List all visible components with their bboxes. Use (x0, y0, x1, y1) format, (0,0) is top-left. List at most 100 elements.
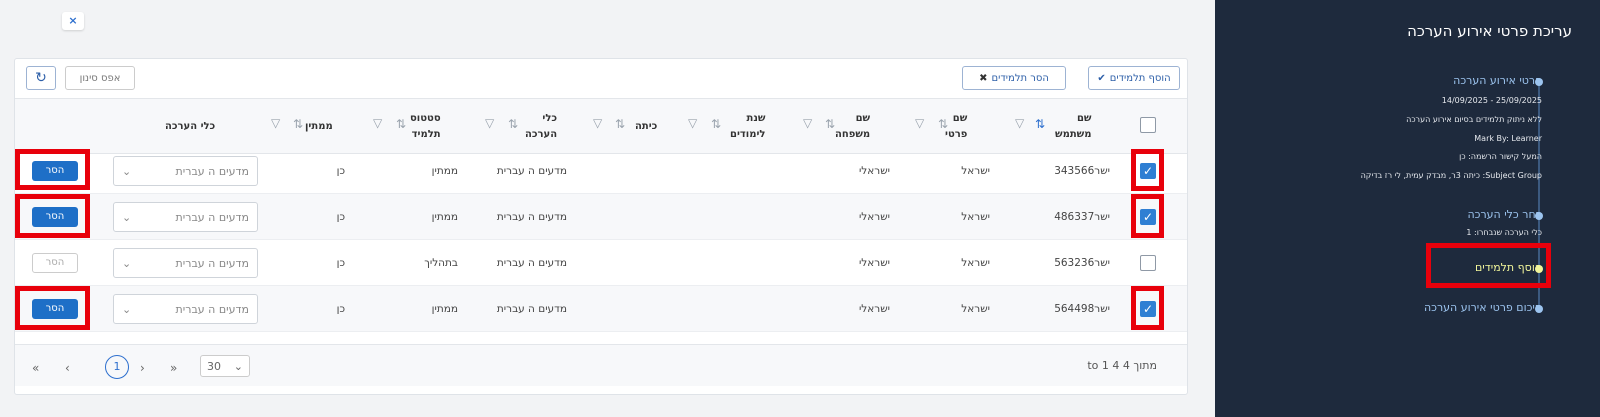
step-summary[interactable]: סיכום פרטי אירוע הערכה (1424, 301, 1542, 314)
tool-select-value: מדעים ה עברית (175, 210, 249, 224)
cell-examinee: כן (336, 165, 345, 177)
cell-last-name: ישראלי (858, 303, 890, 315)
cell-status: ממתין (431, 211, 458, 223)
highlight-box (1131, 149, 1164, 191)
tool-select[interactable]: ⌄ מדעים ה עברית (113, 156, 258, 186)
highlight-box (1131, 286, 1164, 330)
cell-last-name: ישראלי (858, 257, 890, 269)
filter-icon[interactable]: ▽ (688, 116, 697, 130)
highlight-box (15, 194, 90, 238)
step-detail-line: Mark By: Learner (1474, 134, 1542, 143)
sort-icon[interactable]: ⇅ (615, 117, 625, 131)
header-assessment-tool[interactable]: כלי הערכה (165, 99, 245, 155)
remove-students-button[interactable]: ✖ הסר תלמידים (962, 66, 1066, 90)
next-page-icon[interactable]: › (140, 361, 145, 375)
header-first-name[interactable]: שם פרטי (945, 99, 990, 155)
tool-select-value: מדעים ה עברית (175, 302, 249, 316)
sort-icon[interactable]: ⇅ (396, 117, 406, 131)
filter-icon[interactable]: ▽ (915, 116, 924, 130)
reset-filter-label: אפס סינון (79, 72, 121, 84)
chevron-down-icon: ⌄ (122, 164, 132, 178)
filter-icon[interactable]: ▽ (271, 116, 280, 130)
step-add-students[interactable]: הוסף תלמידים (1475, 261, 1542, 274)
cell-username: ישר563236 (1054, 257, 1110, 269)
step-detail-line: 25/09/2025 - 14/09/2025 (1441, 96, 1542, 105)
cell-tools: מדעים ה עברית (496, 211, 567, 223)
current-page[interactable]: 1 (105, 355, 129, 379)
tool-select[interactable]: ⌄ מדעים ה עברית (113, 248, 258, 278)
grid-header: שם משתמש ⇅ ▽ שם פרטי ⇅ ▽ שם משפחה ⇅ ▽ שנ… (15, 98, 1187, 154)
table-row[interactable]: ✓ ישר564498 ישראל ישראלי מדעים ה עברית מ… (15, 286, 1187, 332)
filter-icon[interactable]: ▽ (803, 116, 812, 130)
header-class[interactable]: כיתה (635, 99, 663, 155)
cell-status: בתהליך (424, 257, 458, 269)
cell-tools: מדעים ה עברית (496, 303, 567, 315)
sort-icon[interactable]: ⇅ (508, 117, 518, 131)
header-student-status[interactable]: סטטוס תלמיד (410, 99, 458, 155)
tool-select-value: מדעים ה עברית (175, 256, 249, 270)
filter-icon[interactable]: ▽ (485, 116, 494, 130)
table-row[interactable]: ✓ ישר486337 ישראל ישראלי מדעים ה עברית מ… (15, 194, 1187, 240)
cell-last-name: ישראלי (858, 211, 890, 223)
sort-asc-icon[interactable]: ⇅ (1035, 117, 1045, 131)
chevron-down-icon: ⌄ (122, 302, 132, 316)
row-checkbox[interactable] (1140, 255, 1156, 271)
pagination-bar: « ‹ 1 › » 30 ⌄ מתוך 4 4 to 1 (15, 344, 1187, 386)
tool-select-value: מדעים ה עברית (175, 164, 249, 178)
sort-icon[interactable]: ⇅ (938, 117, 948, 131)
pagination-info: מתוך 4 4 to 1 (1087, 359, 1157, 372)
table-row[interactable]: ישר563236 ישראל ישראלי מדעים ה עברית בתה… (15, 240, 1187, 286)
refresh-icon: ↻ (35, 70, 47, 86)
filter-icon[interactable]: ▽ (1015, 116, 1024, 130)
close-button[interactable]: × (62, 12, 84, 30)
header-school-year[interactable]: שנת לימודים (730, 99, 790, 155)
cell-first-name: ישראל (961, 257, 990, 269)
add-students-label: הוסף תלמידים (1109, 72, 1171, 84)
step-detail-line: ללא ניתוק תלמידים בסיום אירוע הערכה (1406, 115, 1542, 124)
header-examinee[interactable]: ממתין (305, 99, 345, 155)
cell-first-name: ישראל (961, 165, 990, 177)
sidebar: עריכת פרטי אירוע הערכה פרטי אירוע הערכה … (1215, 0, 1600, 417)
tool-select[interactable]: ⌄ מדעים ה עברית (113, 294, 258, 324)
select-all-checkbox[interactable] (1140, 117, 1156, 133)
main-panel: × ✔ הוסף תלמידים ✖ הסר תלמידים אפס סינון… (0, 0, 1215, 417)
header-last-name[interactable]: שם משפחה (835, 99, 890, 155)
cell-username: ישר486337 (1054, 211, 1110, 223)
step-detail-line: כלי הערכה שנבחרו: 1 (1466, 228, 1542, 237)
filter-icon[interactable]: ▽ (373, 116, 382, 130)
cell-tools: מדעים ה עברית (496, 165, 567, 177)
chevron-down-icon: ⌄ (122, 210, 132, 224)
reset-filter-button[interactable]: אפס סינון (65, 66, 135, 90)
highlight-box (15, 149, 90, 190)
first-page-icon[interactable]: « (32, 361, 39, 375)
step-detail-line: המעל קישור הרשמה: כן (1459, 152, 1542, 161)
step-select-tool[interactable]: בחר כלי הערכה (1467, 208, 1542, 221)
prev-page-icon[interactable]: ‹ (65, 361, 70, 375)
cell-first-name: ישראל (961, 303, 990, 315)
cell-username: ישר343566 (1054, 165, 1110, 177)
header-username[interactable]: שם משתמש (1055, 99, 1121, 155)
filter-icon[interactable]: ▽ (593, 116, 602, 130)
cell-status: ממתין (431, 303, 458, 315)
step-event-details[interactable]: פרטי אירוע הערכה (1453, 74, 1542, 87)
sort-icon[interactable]: ⇅ (293, 117, 303, 131)
sort-icon[interactable]: ⇅ (825, 117, 835, 131)
header-assessment-tools[interactable]: כלי הערכה (525, 99, 567, 155)
refresh-button[interactable]: ↻ (26, 66, 56, 90)
add-students-button[interactable]: ✔ הוסף תלמידים (1088, 66, 1180, 90)
cell-last-name: ישראלי (858, 165, 890, 177)
highlight-box (1131, 194, 1164, 238)
cell-examinee: כן (336, 257, 345, 269)
cell-examinee: כן (336, 303, 345, 315)
tool-select[interactable]: ⌄ מדעים ה עברית (113, 202, 258, 232)
x-icon: ✖ (979, 72, 988, 84)
chevron-down-icon: ⌄ (233, 359, 243, 373)
chevron-down-icon: ⌄ (122, 256, 132, 270)
sort-icon[interactable]: ⇅ (711, 117, 721, 131)
page-size-select[interactable]: 30 ⌄ (200, 355, 250, 377)
cell-status: ממתין (431, 165, 458, 177)
table-row[interactable]: ✓ ישר343566 ישראל ישראלי מדעים ה עברית מ… (15, 148, 1187, 194)
last-page-icon[interactable]: » (170, 361, 177, 375)
remove-row-button[interactable]: הסר (32, 253, 78, 273)
highlight-box (15, 286, 90, 330)
